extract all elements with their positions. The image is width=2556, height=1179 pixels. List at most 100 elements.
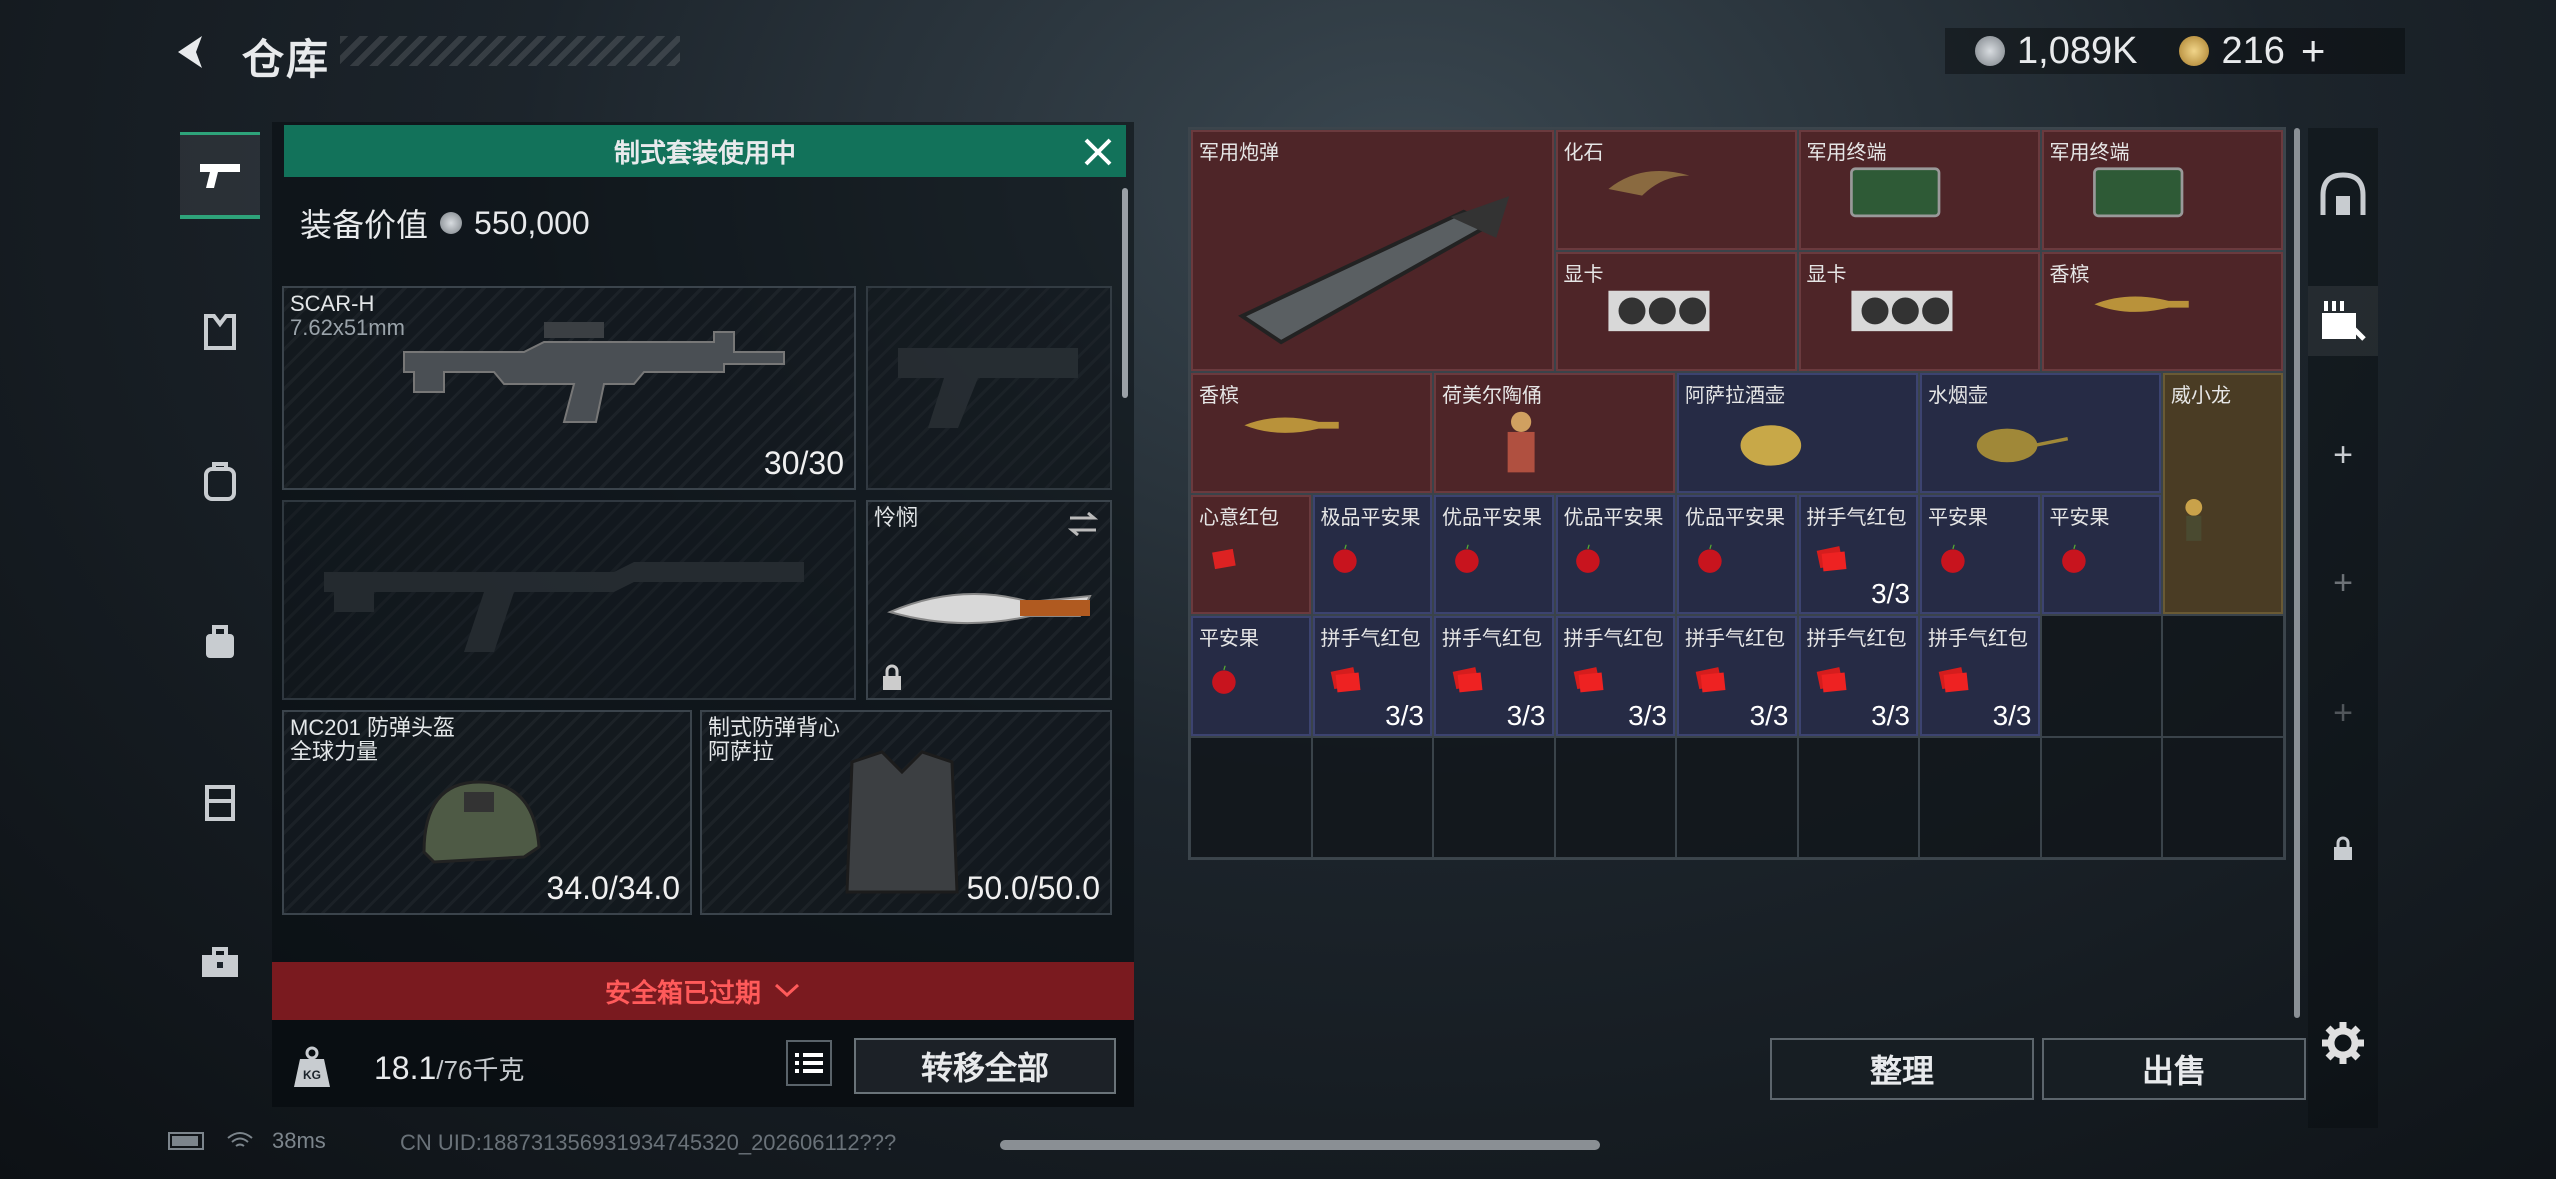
currency-gold-value: 216 <box>2221 29 2285 72</box>
tab-add-1[interactable]: + <box>2308 420 2378 490</box>
storage-item[interactable]: 拼手气红包 3/3 <box>1798 494 1918 614</box>
add-currency-button[interactable]: + <box>2301 27 2326 75</box>
storage-cell[interactable] <box>2162 615 2284 737</box>
item-image-icon <box>1824 284 2014 365</box>
sort-button[interactable]: 整理 <box>1770 1038 2034 1100</box>
storage-item[interactable]: 香槟 <box>1191 373 1432 493</box>
rifle-silhouette-icon <box>324 562 804 652</box>
helmet-slot[interactable]: MC201 防弹头盔 全球力量 34.0/34.0 <box>282 710 692 915</box>
transfer-all-button[interactable]: 转移全部 <box>854 1038 1116 1094</box>
storage-item[interactable]: 拼手气红包 3/3 <box>1312 616 1432 736</box>
storage-cell[interactable] <box>1797 736 1919 858</box>
back-button[interactable] <box>168 30 212 74</box>
storage-item[interactable]: 优品平安果 <box>1677 494 1797 614</box>
nav-weapons[interactable] <box>180 132 260 219</box>
storage-item[interactable]: 极品平安果 <box>1312 494 1432 614</box>
storage-item[interactable]: 平安果 <box>2041 494 2161 614</box>
storage-cell[interactable] <box>1554 736 1676 858</box>
close-banner-button[interactable] <box>1078 132 1118 172</box>
storage-cell[interactable] <box>2162 736 2284 858</box>
storage-item[interactable]: 显卡 <box>1798 251 2040 371</box>
storage-item[interactable]: 军用终端 <box>2041 130 2283 250</box>
storage-cell[interactable] <box>2040 736 2162 858</box>
storage-item[interactable]: 阿萨拉酒壶 <box>1677 373 1918 493</box>
tab-base[interactable] <box>2308 160 2378 230</box>
storage-cell[interactable] <box>2040 615 2162 737</box>
storage-item-name: 化石 <box>1563 142 1604 164</box>
nav-container[interactable] <box>180 762 260 842</box>
storage-cell[interactable] <box>1311 736 1433 858</box>
equipment-value-label: 装备价值 <box>300 207 429 243</box>
storage-item[interactable]: 威小龙 <box>2163 373 2283 614</box>
storage-item[interactable]: 拼手气红包 3/3 <box>1555 616 1675 736</box>
nav-bag[interactable] <box>180 602 260 682</box>
safe-box-expired-button[interactable]: 安全箱已过期 <box>272 962 1134 1020</box>
sell-button[interactable]: 出售 <box>2042 1038 2306 1100</box>
carry-weight-current: 18.1 <box>374 1050 437 1086</box>
item-image-icon <box>2067 284 2257 365</box>
tab-workbench[interactable] <box>2308 286 2378 356</box>
item-image-icon <box>2055 527 2147 608</box>
storage-item[interactable]: 优品平安果 <box>1434 494 1554 614</box>
back-arrow-icon <box>178 36 202 68</box>
storage-item-name: 军用终端 <box>2049 142 2130 164</box>
chevron-down-icon <box>774 983 800 998</box>
storage-item[interactable]: 拼手气红包 3/3 <box>1677 616 1797 736</box>
swap-icon[interactable] <box>1066 510 1100 538</box>
weight-kg-icon: KG <box>292 1045 332 1089</box>
storage-item[interactable]: 心意红包 <box>1191 494 1311 614</box>
equipment-category-nav <box>170 122 260 1122</box>
storage-item[interactable]: 水烟壶 <box>1920 373 2161 493</box>
storage-item[interactable]: 荷美尔陶俑 <box>1434 373 1675 493</box>
settings-button[interactable] <box>2308 1008 2378 1078</box>
nav-backpack[interactable] <box>180 442 260 522</box>
storage-item[interactable]: 显卡 <box>1555 251 1797 371</box>
melee-slot[interactable]: 怜悯 <box>866 500 1112 700</box>
list-view-button[interactable] <box>786 1040 832 1086</box>
base-icon <box>2320 172 2366 215</box>
storage-item[interactable]: 军用终端 <box>1798 130 2040 250</box>
melee-name: 怜悯 <box>874 505 919 530</box>
sidearm-slot[interactable] <box>866 286 1112 490</box>
storage-item[interactable]: 军用炮弹 <box>1191 130 1554 371</box>
storage-item-name: 军用炮弹 <box>1199 142 1279 164</box>
storage-item-name: 优品平安果 <box>1442 506 1542 529</box>
nav-vest[interactable] <box>180 292 260 372</box>
helmet-brand: 全球力量 <box>290 739 379 764</box>
secondary-weapon-slot[interactable] <box>282 500 856 700</box>
storage-cell[interactable] <box>1676 736 1798 858</box>
armor-slot[interactable]: 制式防弹背心 阿萨拉 50.0/50.0 <box>700 710 1112 915</box>
gear-icon <box>2322 1022 2364 1064</box>
equipment-scrollbar[interactable] <box>1122 188 1128 398</box>
rifle-icon <box>403 322 785 423</box>
ping-value: 38ms <box>272 1128 326 1153</box>
storage-scrollbar[interactable] <box>2294 128 2300 1018</box>
storage-item[interactable]: 拼手气红包 3/3 <box>1434 616 1554 736</box>
storage-cell[interactable] <box>1919 736 2041 858</box>
home-indicator[interactable] <box>1000 1140 1600 1150</box>
storage-item[interactable]: 拼手气红包 3/3 <box>1798 616 1918 736</box>
storage-item[interactable]: 香槟 <box>2041 251 2283 371</box>
nav-toolbox[interactable] <box>180 922 260 1002</box>
tab-locked <box>2308 814 2378 884</box>
tab-add-3[interactable]: + <box>2308 678 2378 748</box>
storage-item[interactable]: 拼手气红包 3/3 <box>1920 616 2040 736</box>
storage-item-name: 显卡 <box>1563 263 1604 286</box>
item-image-icon <box>2067 162 2257 243</box>
storage-item[interactable]: 化石 <box>1555 130 1797 250</box>
storage-cell[interactable] <box>1433 736 1555 858</box>
helmet-label: MC201 防弹头盔 全球力量 <box>290 716 455 764</box>
storage-items: 军用炮弹 化石 军用终端 军用终端 显卡 显卡 香槟 香槟 荷美尔陶俑 阿萨拉酒壶 水烟壶 威小龙 心意… <box>1190 129 2284 858</box>
vest-icon <box>204 314 236 350</box>
primary-weapon-slot[interactable]: SCAR-H 7.62x51mm 30/30 <box>282 286 856 490</box>
storage-cell[interactable] <box>1190 736 1312 858</box>
storage-item[interactable]: 优品平安果 <box>1555 494 1675 614</box>
tab-add-2[interactable]: + <box>2308 548 2378 618</box>
storage-item-name: 军用终端 <box>1806 142 1887 164</box>
storage-item[interactable]: 平安果 <box>1191 616 1311 736</box>
storage-item[interactable]: 平安果 <box>1920 494 2040 614</box>
list-icon <box>795 1053 823 1073</box>
storage-item-name: 心意红包 <box>1199 506 1279 529</box>
storage-item-name: 拼手气红包 <box>1806 628 1907 650</box>
item-image-icon <box>1691 527 1783 608</box>
